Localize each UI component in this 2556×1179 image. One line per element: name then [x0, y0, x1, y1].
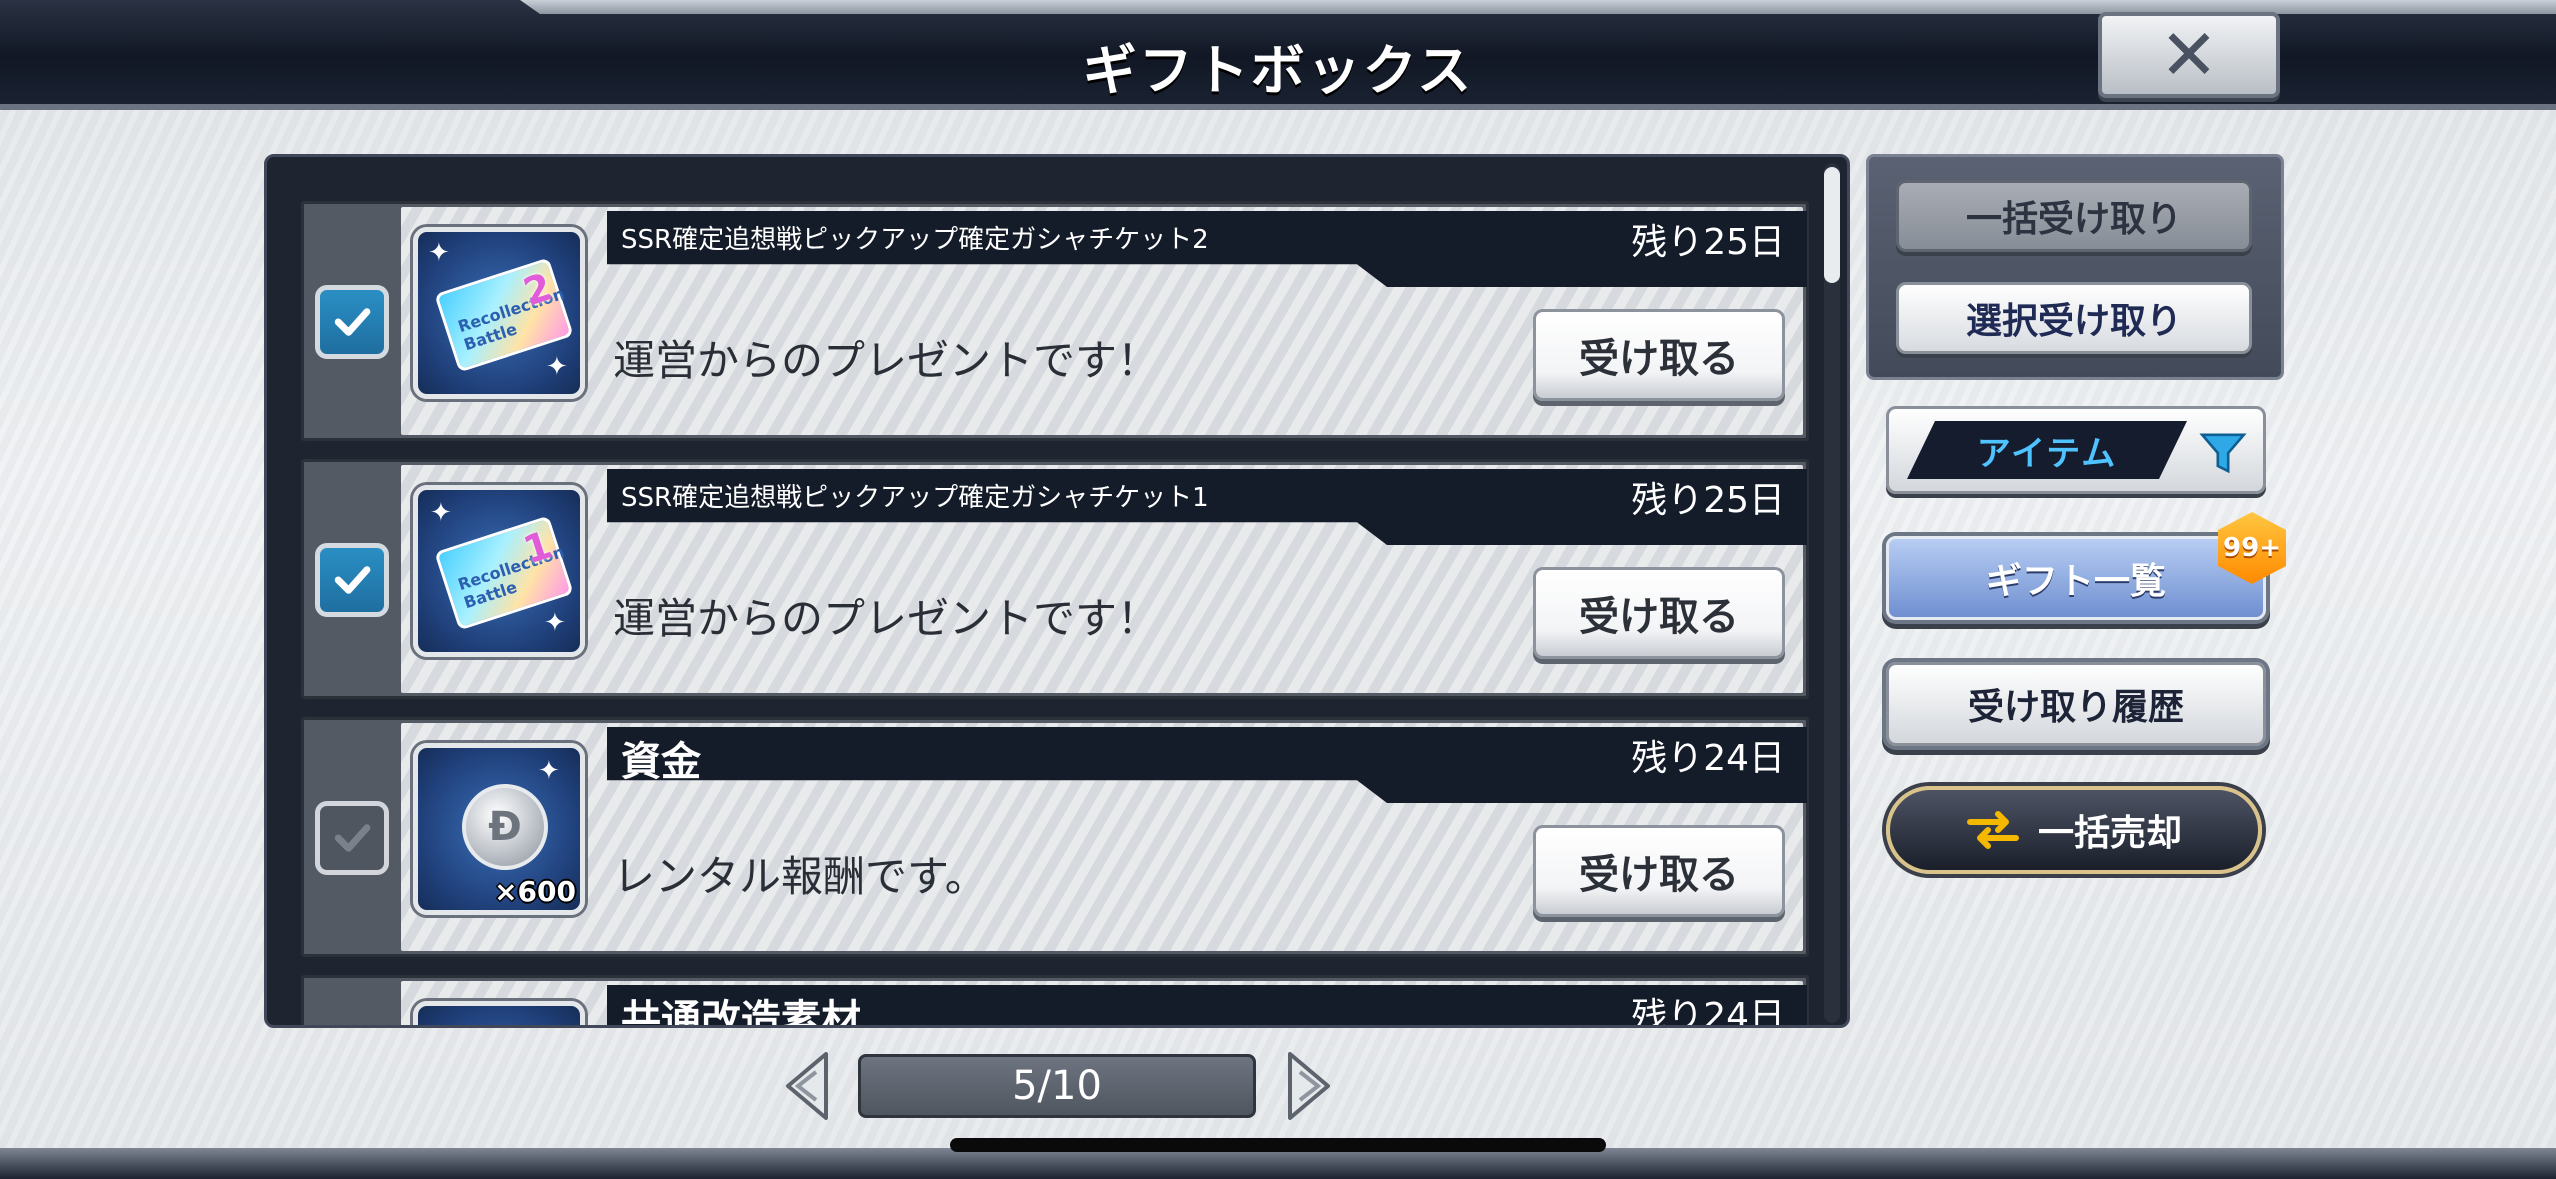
select-receive-button[interactable]: 選択受け取り [1896, 282, 2252, 354]
gift-name: 共通改造素材 [621, 997, 861, 1028]
checkmark-icon [334, 824, 371, 852]
gift-row: ✦ ✦ Recollection Battle 2 SSR確定追想戦ピックアップ… [301, 201, 1809, 441]
receive-button[interactable]: 受け取る [1533, 825, 1785, 917]
gift-row: ✦ Ð ×600 資金 残り24日 レンタル報酬です。 受け取る [301, 717, 1809, 957]
ticket-text: Recollection Battle [455, 283, 567, 355]
ticket-text: Recollection Battle [455, 541, 567, 613]
gift-quantity: ×600 [494, 875, 576, 908]
gift-name: 資金 [621, 739, 701, 785]
receive-button[interactable]: 受け取る [1533, 567, 1785, 659]
exchange-arrows-icon [1966, 811, 2019, 849]
gift-remaining: 残り25日 [1631, 222, 1785, 263]
prev-page-icon[interactable] [782, 1050, 832, 1122]
filter-icon [2199, 433, 2247, 474]
home-indicator[interactable] [950, 1138, 1606, 1152]
checkmark-icon [334, 566, 371, 594]
material-icon [413, 1001, 585, 1025]
next-page-icon[interactable] [1284, 1050, 1334, 1122]
gift-list-button[interactable]: ギフト一覧 [1886, 536, 2266, 620]
bulk-sell-label: 一括売却 [2037, 813, 2182, 854]
gift-checkbox[interactable] [315, 801, 389, 875]
filter-button[interactable]: アイテム [1886, 406, 2266, 494]
scrollbar[interactable] [1824, 163, 1840, 1023]
gacha-ticket-icon: ✦ ✦ Recollection Battle 1 [413, 485, 585, 657]
receive-button[interactable]: 受け取る [1533, 309, 1785, 401]
gift-description: 運営からのプレゼントです！ [613, 594, 1160, 643]
gift-remaining: 残り24日 [1631, 996, 1785, 1028]
coin-graphic: Ð [462, 784, 548, 870]
checkmark-icon [334, 308, 371, 336]
gift-checkbox[interactable] [315, 543, 389, 617]
gift-list-panel[interactable]: ✦ ✦ Recollection Battle 2 SSR確定追想戦ピックアップ… [264, 154, 1850, 1028]
gift-row: ✦ ✦ Recollection Battle 1 SSR確定追想戦ピックアップ… [301, 459, 1809, 699]
receive-history-button[interactable]: 受け取り履歴 [1886, 662, 2266, 746]
gacha-ticket-icon: ✦ ✦ Recollection Battle 2 [413, 227, 585, 399]
footer-bar [0, 1148, 2556, 1179]
gift-name: SSR確定追想戦ピックアップ確定ガシャチケット2 [621, 225, 1209, 255]
bulk-sell-button[interactable]: 一括売却 [1886, 786, 2262, 874]
gift-checkbox[interactable] [315, 285, 389, 359]
page-indicator: 5/10 [858, 1054, 1256, 1118]
gift-description: 運営からのプレゼントです！ [613, 336, 1160, 385]
bulk-receive-button[interactable]: 一括受け取り [1896, 180, 2252, 252]
gift-row: 共通改造素材 残り24日 [301, 975, 1809, 1028]
coin-icon: ✦ Ð ×600 [413, 743, 585, 915]
scrollbar-thumb[interactable] [1824, 167, 1840, 283]
gift-description: レンタル報酬です。 [613, 852, 987, 901]
gift-remaining: 残り24日 [1631, 738, 1785, 779]
gift-remaining: 残り25日 [1631, 480, 1785, 521]
filter-label: アイテム [1907, 421, 2187, 479]
close-button[interactable]: ✕ [2098, 12, 2280, 98]
close-icon: ✕ [2159, 14, 2219, 96]
gift-name: SSR確定追想戦ピックアップ確定ガシャチケット1 [621, 483, 1209, 513]
